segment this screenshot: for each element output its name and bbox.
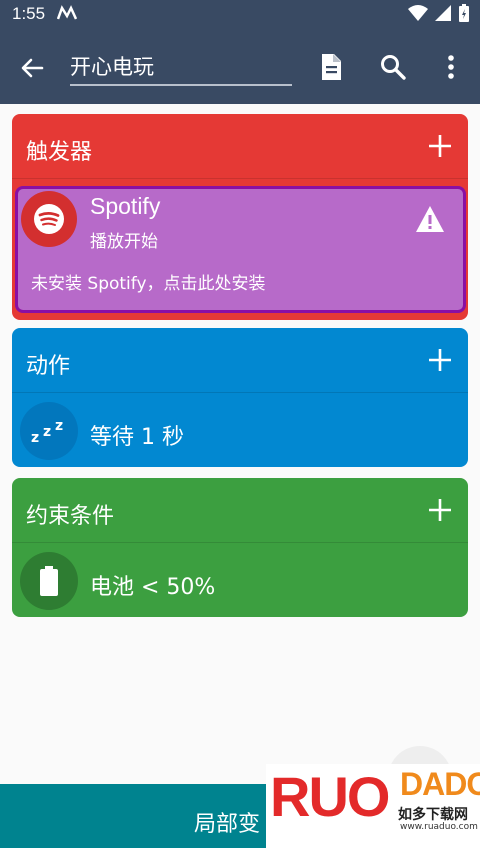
search-icon[interactable] xyxy=(378,52,408,82)
wifi-icon xyxy=(408,5,428,21)
svg-text:z: z xyxy=(31,430,39,446)
triggers-card: 触发器 Spotify 播放开始 未安装 Spotify，点击此处安装 xyxy=(12,114,468,320)
watermark-logo: RUO DADO 如多下载网 www.ruaduo.com xyxy=(266,764,480,848)
add-constraint-plus-icon[interactable] xyxy=(426,496,454,524)
constraints-title: 约束条件 xyxy=(26,504,115,529)
constraint-text: 电池 < 50% xyxy=(90,575,216,600)
actions-title: 动作 xyxy=(26,354,71,379)
constraint-item-battery[interactable]: 电池 < 50% xyxy=(12,543,468,617)
spotify-icon xyxy=(21,191,77,247)
battery-level-icon xyxy=(20,552,78,610)
document-icon[interactable] xyxy=(316,52,346,82)
svg-text:z: z xyxy=(55,418,63,434)
more-vert-icon[interactable] xyxy=(436,52,466,82)
warning-icon xyxy=(416,206,444,232)
install-note: 未安装 Spotify，点击此处安装 xyxy=(31,274,266,294)
trigger-name: Spotify xyxy=(90,193,161,219)
watermark-url: www.ruaduo.com xyxy=(400,822,478,832)
constraints-card: 约束条件 电池 < 50% xyxy=(12,478,468,617)
app-toolbar: 开心电玩 xyxy=(0,28,480,104)
status-bar: 1:55 xyxy=(0,0,480,28)
sleep-zzz-icon: z z z xyxy=(20,402,78,460)
trigger-subtitle: 播放开始 xyxy=(90,232,158,252)
macro-name-input[interactable]: 开心电玩 xyxy=(70,52,292,86)
watermark-ruo: RUO xyxy=(270,765,390,828)
action-text: 等待 1 秒 xyxy=(90,425,184,450)
triggers-divider xyxy=(12,178,468,179)
actions-header: 动作 xyxy=(12,328,468,392)
svg-text:z: z xyxy=(43,424,51,440)
watermark-dado: DADO xyxy=(400,766,480,802)
back-arrow-icon[interactable] xyxy=(16,52,48,84)
notification-icon xyxy=(57,5,77,20)
actions-card: 动作 z z z 等待 1 秒 xyxy=(12,328,468,467)
trigger-item-spotify[interactable]: Spotify 播放开始 未安装 Spotify，点击此处安装 xyxy=(15,186,466,313)
add-trigger-plus-icon[interactable] xyxy=(426,132,454,160)
local-vars-label: 局部变 xyxy=(194,812,261,837)
system-icons xyxy=(408,3,470,23)
watermark-cn: 如多下载网 xyxy=(398,807,468,823)
action-item-wait[interactable]: z z z 等待 1 秒 xyxy=(12,393,468,467)
constraints-header: 约束条件 xyxy=(12,478,468,542)
triggers-title: 触发器 xyxy=(26,140,93,165)
battery-icon xyxy=(459,4,469,22)
signal-icon xyxy=(435,5,451,21)
triggers-header: 触发器 xyxy=(12,114,468,178)
status-time: 1:55 xyxy=(12,4,46,23)
add-action-plus-icon[interactable] xyxy=(426,346,454,374)
